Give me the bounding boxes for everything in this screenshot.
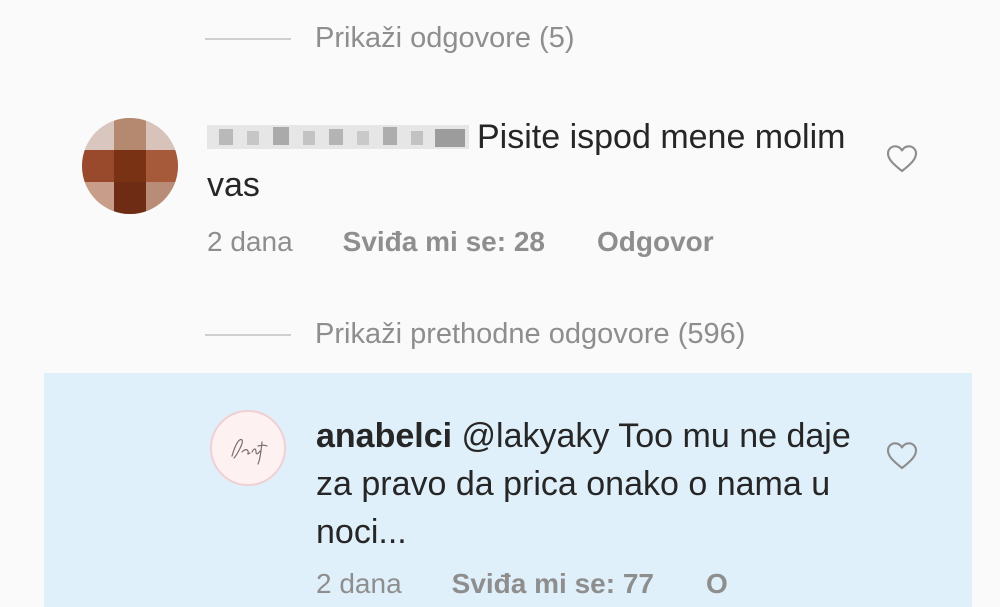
comment-timestamp: 2 dana (207, 226, 293, 257)
signature-logo-image (231, 438, 268, 465)
comment-body: Pisite ispod mene molim vas (207, 113, 847, 209)
comment-timestamp: 2 dana (316, 568, 402, 599)
reply-button[interactable]: Odgovor (597, 226, 714, 258)
view-previous-replies-label: Prikaži prethodne odgovore (596) (315, 318, 746, 350)
heart-outline-icon[interactable] (886, 144, 918, 174)
username-blurred[interactable] (207, 121, 469, 151)
avatar[interactable] (210, 410, 286, 486)
view-previous-replies-toggle[interactable]: Prikaži prethodne odgovore (596) (205, 318, 745, 351)
comment-username[interactable]: anabelci (316, 417, 452, 455)
heart-outline-icon[interactable] (886, 441, 918, 471)
avatar-pixelated-image (82, 118, 178, 214)
comment-body: anabelci @lakyaky Too mu ne daje za prav… (316, 412, 856, 556)
comment-meta: 2 dana Sviđa mi se: 28 Odgovor (207, 226, 714, 258)
likes-count[interactable]: Sviđa mi se: 28 (343, 226, 545, 258)
reply-button[interactable]: O (706, 568, 728, 600)
divider-line (205, 37, 291, 40)
likes-count[interactable]: Sviđa mi se: 77 (452, 568, 654, 600)
view-replies-toggle[interactable]: Prikaži odgovore (5) (205, 22, 575, 55)
mention-link[interactable]: @lakyaky (462, 417, 610, 455)
avatar-blurred[interactable] (82, 118, 178, 214)
view-replies-label: Prikaži odgovore (5) (315, 22, 575, 54)
divider-line (205, 333, 291, 336)
comments-screen: Prikaži odgovore (5) Pisite ispod mene m… (0, 0, 1000, 607)
comment-meta: 2 dana Sviđa mi se: 77 O (316, 568, 728, 600)
